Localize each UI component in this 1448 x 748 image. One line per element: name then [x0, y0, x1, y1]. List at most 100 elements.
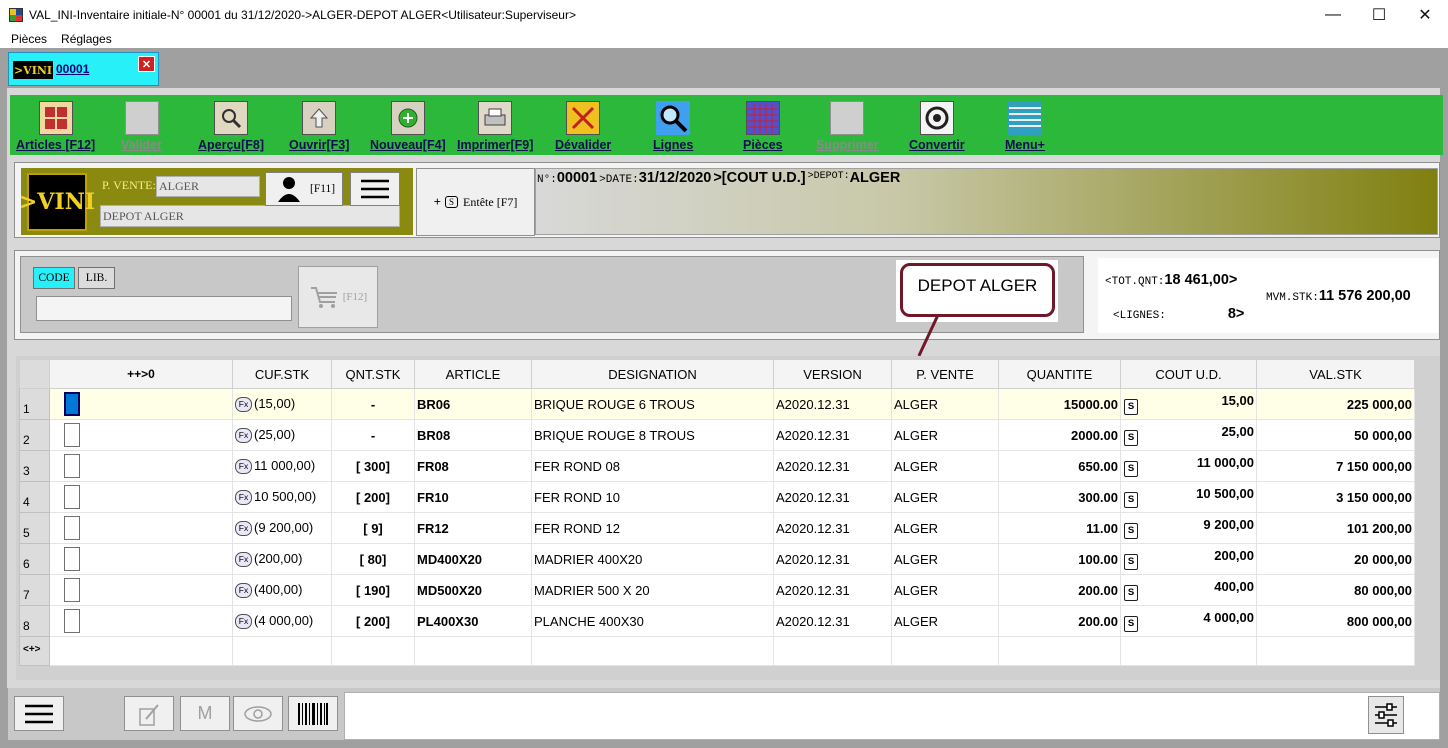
- lignes-button[interactable]: Lignes: [653, 95, 693, 155]
- cuf-stk-cell[interactable]: Fx 10 500,00): [232, 481, 332, 513]
- table-row[interactable]: 4 Fx 10 500,00)[ 200] FR10 FER ROND 10 A2020.…: [19, 481, 1415, 513]
- row-number[interactable]: 1: [19, 388, 50, 420]
- view-button[interactable]: [233, 696, 283, 731]
- article-cell[interactable]: FR08: [414, 450, 532, 482]
- quantite-cell[interactable]: 15000.00: [998, 388, 1121, 420]
- version-cell[interactable]: A2020.12.31: [773, 450, 892, 482]
- s-badge-icon[interactable]: S: [1124, 492, 1138, 508]
- table-row[interactable]: 8 Fx (4 000,00)[ 200] PL400X30 PLANCHE 400X3…: [19, 605, 1415, 637]
- fx-icon[interactable]: Fx: [235, 583, 252, 599]
- cout-ud-cell[interactable]: S 15,00: [1120, 388, 1257, 420]
- table-row[interactable]: 3 Fx 11 000,00)[ 300] FR08 FER ROND 08 A2020.…: [19, 450, 1415, 482]
- depot-field[interactable]: DEPOT ALGER: [100, 205, 400, 227]
- table-row[interactable]: 7 Fx (400,00)[ 190] MD500X20 MADRIER 500 X 2…: [19, 574, 1415, 606]
- cuf-stk-cell[interactable]: Fx (9 200,00): [232, 512, 332, 544]
- p-vente-cell[interactable]: ALGER: [891, 543, 999, 575]
- version-cell[interactable]: A2020.12.31: [773, 605, 892, 637]
- nouveau-button[interactable]: Nouveau[F4]: [370, 95, 446, 155]
- p-vente-cell[interactable]: ALGER: [891, 512, 999, 544]
- document-tab[interactable]: >VINI 00001 ✕: [8, 52, 159, 86]
- p-vente-cell[interactable]: ALGER: [891, 481, 999, 513]
- row-number[interactable]: 4: [19, 481, 50, 513]
- table-row[interactable]: 1 Fx (15,00) - BR06 BRIQUE ROUGE 6 TROUS A2020…: [19, 388, 1415, 420]
- row-select-cell[interactable]: [49, 543, 233, 575]
- col-val-stk[interactable]: VAL.STK: [1256, 359, 1415, 389]
- row-number[interactable]: 2: [19, 419, 50, 451]
- quantite-cell[interactable]: 100.00: [998, 543, 1121, 575]
- version-cell[interactable]: A2020.12.31: [773, 481, 892, 513]
- menu-reglages[interactable]: Réglages: [53, 32, 118, 46]
- cuf-stk-cell[interactable]: Fx (200,00): [232, 543, 332, 575]
- s-badge-icon[interactable]: S: [1124, 554, 1138, 570]
- col-article[interactable]: ARTICLE: [414, 359, 532, 389]
- row-select-cell[interactable]: [49, 450, 233, 482]
- lib-toggle[interactable]: LIB.: [78, 267, 115, 289]
- fx-icon[interactable]: Fx: [235, 552, 252, 568]
- row-select-cell[interactable]: [49, 512, 233, 544]
- cuf-stk-cell[interactable]: Fx 11 000,00): [232, 450, 332, 482]
- table-row[interactable]: 5 Fx (9 200,00)[ 9] FR12 FER ROND 12 A2020.12…: [19, 512, 1415, 544]
- designation-cell[interactable]: FER ROND 08: [531, 450, 774, 482]
- article-cell[interactable]: BR06: [414, 388, 532, 420]
- fx-icon[interactable]: Fx: [235, 428, 252, 444]
- imprimer-button[interactable]: Imprimer[F9]: [457, 95, 533, 155]
- row-checkbox[interactable]: [64, 392, 80, 416]
- article-cell[interactable]: PL400X30: [414, 605, 532, 637]
- p-vente-cell[interactable]: ALGER: [891, 388, 999, 420]
- menu-plus-button[interactable]: Menu+: [1005, 95, 1045, 155]
- quantite-cell[interactable]: 200.00: [998, 574, 1121, 606]
- row-select-cell[interactable]: [49, 574, 233, 606]
- col-cuf-stk[interactable]: CUF.STK: [232, 359, 332, 389]
- quantite-cell[interactable]: 200.00: [998, 605, 1121, 637]
- quantite-cell[interactable]: 11.00: [998, 512, 1121, 544]
- entete-button[interactable]: + S Entête [F7]: [416, 168, 535, 236]
- row-select-cell[interactable]: [49, 419, 233, 451]
- designation-cell[interactable]: BRIQUE ROUGE 8 TROUS: [531, 419, 774, 451]
- supprimer-button[interactable]: Supprimer: [816, 95, 879, 155]
- row-number[interactable]: 3: [19, 450, 50, 482]
- convertir-button[interactable]: Convertir: [909, 95, 965, 155]
- quantite-cell[interactable]: 2000.00: [998, 419, 1121, 451]
- user-button[interactable]: [F11]: [265, 172, 343, 206]
- col-cout-ud[interactable]: COUT U.D.: [1120, 359, 1257, 389]
- hamburger-menu-button[interactable]: [350, 172, 400, 206]
- edit-button[interactable]: [124, 696, 174, 731]
- row-select-cell[interactable]: [49, 605, 233, 637]
- settings-button[interactable]: [1368, 696, 1404, 734]
- col-selector[interactable]: ++>0: [49, 359, 233, 389]
- designation-cell[interactable]: FER ROND 10: [531, 481, 774, 513]
- cuf-stk-cell[interactable]: Fx (15,00): [232, 388, 332, 420]
- s-badge-icon[interactable]: S: [1124, 616, 1138, 632]
- row-checkbox[interactable]: [64, 516, 80, 540]
- col-version[interactable]: VERSION: [773, 359, 892, 389]
- articles-button[interactable]: Articles [F12]: [16, 95, 95, 155]
- apercu-button[interactable]: Aperçu[F8]: [198, 95, 264, 155]
- p-vente-cell[interactable]: ALGER: [891, 605, 999, 637]
- bottom-menu-button[interactable]: [14, 696, 64, 731]
- cout-ud-cell[interactable]: S 9 200,00: [1120, 512, 1257, 544]
- pieces-button[interactable]: Pièces: [743, 95, 783, 155]
- row-number[interactable]: 7: [19, 574, 50, 606]
- quantite-cell[interactable]: 300.00: [998, 481, 1121, 513]
- article-cell[interactable]: FR10: [414, 481, 532, 513]
- cuf-stk-cell[interactable]: Fx (400,00): [232, 574, 332, 606]
- fx-icon[interactable]: Fx: [235, 459, 252, 475]
- row-checkbox[interactable]: [64, 609, 80, 633]
- row-checkbox[interactable]: [64, 578, 80, 602]
- quantite-cell[interactable]: 650.00: [998, 450, 1121, 482]
- col-designation[interactable]: DESIGNATION: [531, 359, 774, 389]
- row-select-cell[interactable]: [49, 388, 233, 420]
- fx-icon[interactable]: Fx: [235, 490, 252, 506]
- p-vente-cell[interactable]: ALGER: [891, 450, 999, 482]
- cout-ud-cell[interactable]: S 25,00: [1120, 419, 1257, 451]
- designation-cell[interactable]: BRIQUE ROUGE 6 TROUS: [531, 388, 774, 420]
- designation-cell[interactable]: FER ROND 12: [531, 512, 774, 544]
- designation-cell[interactable]: MADRIER 400X20: [531, 543, 774, 575]
- version-cell[interactable]: A2020.12.31: [773, 512, 892, 544]
- p-vente-cell[interactable]: ALGER: [891, 574, 999, 606]
- cuf-stk-cell[interactable]: Fx (25,00): [232, 419, 332, 451]
- row-select-cell[interactable]: [49, 481, 233, 513]
- cart-button[interactable]: [F12]: [298, 266, 378, 328]
- row-checkbox[interactable]: [64, 547, 80, 571]
- fx-icon[interactable]: Fx: [235, 521, 252, 537]
